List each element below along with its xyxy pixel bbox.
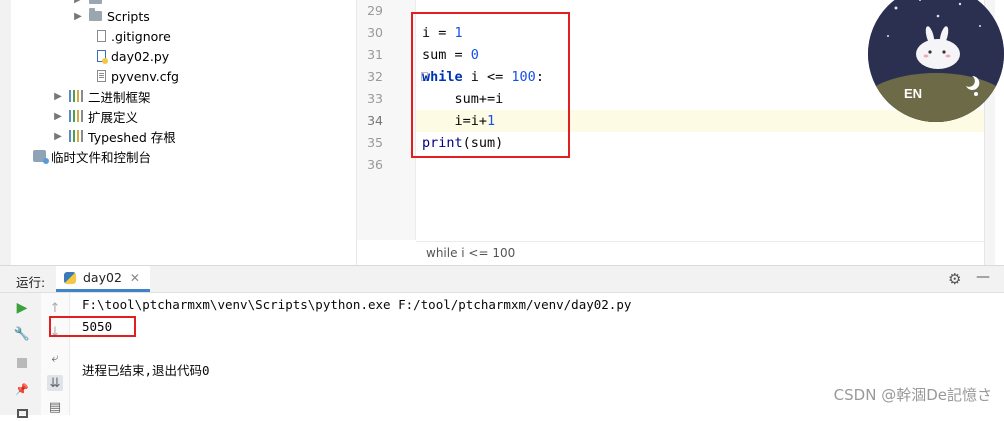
tree-item-label: 扩展定义 (88, 109, 139, 125)
library-icon (69, 90, 83, 102)
tree-item-label: 二进制框架 (88, 89, 151, 105)
minimize-icon[interactable]: — (976, 269, 990, 285)
output-result: 5050 (82, 319, 113, 334)
line-number: 36 (367, 157, 383, 172)
tree-item-label: Typeshed 存根 (88, 129, 176, 145)
line-number: 30 (367, 25, 383, 40)
code-line: sum = 0 (422, 47, 479, 63)
code-line: i=i+1 (422, 113, 496, 129)
wrench-icon[interactable]: 🔧 (14, 326, 30, 342)
layout-icon[interactable] (14, 405, 30, 421)
scroll-to-end-icon[interactable]: ⇊ (47, 375, 63, 391)
code-line: while i <= 100: (422, 69, 544, 85)
line-number: 31 (367, 47, 383, 62)
tree-item-label: day02.py (111, 48, 170, 64)
python-file-icon (97, 50, 108, 64)
arrow-up-icon[interactable]: ↑ (47, 300, 63, 316)
line-number-current: 34 (367, 113, 383, 128)
output-exit-message: 进程已结束,退出代码0 (82, 363, 210, 378)
run-panel-header: 运行: day02 ✕ ⚙ — (0, 266, 1004, 293)
rerun-icon[interactable]: ▶ (14, 300, 30, 316)
gear-icon[interactable]: ⚙ (948, 270, 961, 288)
breadcrumb[interactable]: while i <= 100 (426, 246, 515, 260)
tree-item-label: Scripts (107, 8, 150, 24)
library-icon (69, 130, 83, 142)
stop-icon[interactable] (14, 355, 30, 371)
project-tree: ▶ ▶ Scripts .gitignore day02.py pyvenv.c… (11, 0, 356, 265)
run-tab-day02[interactable]: day02 ✕ (56, 266, 150, 292)
folder-icon (89, 8, 102, 21)
code-line: sum+=i (422, 91, 504, 107)
code-line: i = 1 (422, 25, 463, 41)
arrow-down-icon[interactable]: ↓ (47, 324, 63, 340)
run-panel: 运行: day02 ✕ ⚙ — ▶ 🔧 📌 ↑ ↓ ⤶ ⇊ ▤ F:\tool\… (0, 265, 1004, 418)
tree-item-day02-py[interactable]: day02.py (97, 46, 169, 66)
chevron-right-icon[interactable]: ▶ (53, 131, 63, 142)
tree-item-label: .gitignore (111, 28, 171, 44)
tree-item-binary-skeletons[interactable]: ▶ 二进制框架 (53, 86, 151, 106)
tree-item-scripts[interactable]: ▶ Scripts (73, 6, 150, 26)
run-toolbar: ▶ 🔧 📌 (0, 293, 42, 418)
line-number: 29 (367, 3, 383, 18)
avatar-label: EN (904, 86, 922, 101)
line-number: 32 (367, 69, 383, 84)
output-command-line: F:\tool\ptcharmxm\venv\Scripts\python.ex… (82, 297, 632, 312)
code-line: print(sum) (422, 135, 504, 151)
run-tab-label: day02 (83, 270, 122, 285)
tree-item-gitignore[interactable]: .gitignore (97, 26, 171, 46)
output-toolbar: ↑ ↓ ⤶ ⇊ ▤ (41, 293, 70, 415)
tree-item-label: pyvenv.cfg (111, 68, 179, 84)
file-icon (97, 30, 106, 42)
tree-item-extended-definitions[interactable]: ▶ 扩展定义 (53, 106, 138, 126)
pin-tab-icon[interactable]: 📌 (14, 381, 30, 397)
python-icon (64, 271, 76, 284)
tree-item-scratches-consoles[interactable]: 临时文件和控制台 (33, 146, 151, 166)
chevron-right-icon[interactable]: ▶ (73, 0, 83, 5)
breadcrumb-bar: while i <= 100 (416, 241, 995, 266)
tree-item-pyvenv-cfg[interactable]: pyvenv.cfg (97, 66, 179, 86)
chevron-right-icon[interactable]: ▶ (53, 111, 63, 122)
print-icon[interactable]: ▤ (47, 399, 63, 415)
library-icon (69, 110, 83, 122)
line-number: 35 (367, 135, 383, 150)
folder-icon (89, 0, 102, 4)
soft-wrap-icon[interactable]: ⤶ (47, 350, 63, 366)
run-label: 运行: (16, 275, 46, 290)
chevron-right-icon[interactable]: ▶ (73, 11, 83, 22)
tree-item-typeshed-stubs[interactable]: ▶ Typeshed 存根 (53, 126, 176, 146)
config-file-icon (97, 70, 106, 82)
scratches-icon (33, 150, 49, 164)
chevron-right-icon[interactable]: ▶ (53, 91, 63, 102)
line-number-gutter: 29 30 31 32 33 34 35 36 (357, 0, 416, 240)
line-number: 33 (367, 91, 383, 106)
close-icon[interactable]: ✕ (130, 271, 140, 285)
tree-item-label: 临时文件和控制台 (51, 149, 152, 165)
watermark: CSDN @幹涸De記憶さ (833, 386, 992, 404)
